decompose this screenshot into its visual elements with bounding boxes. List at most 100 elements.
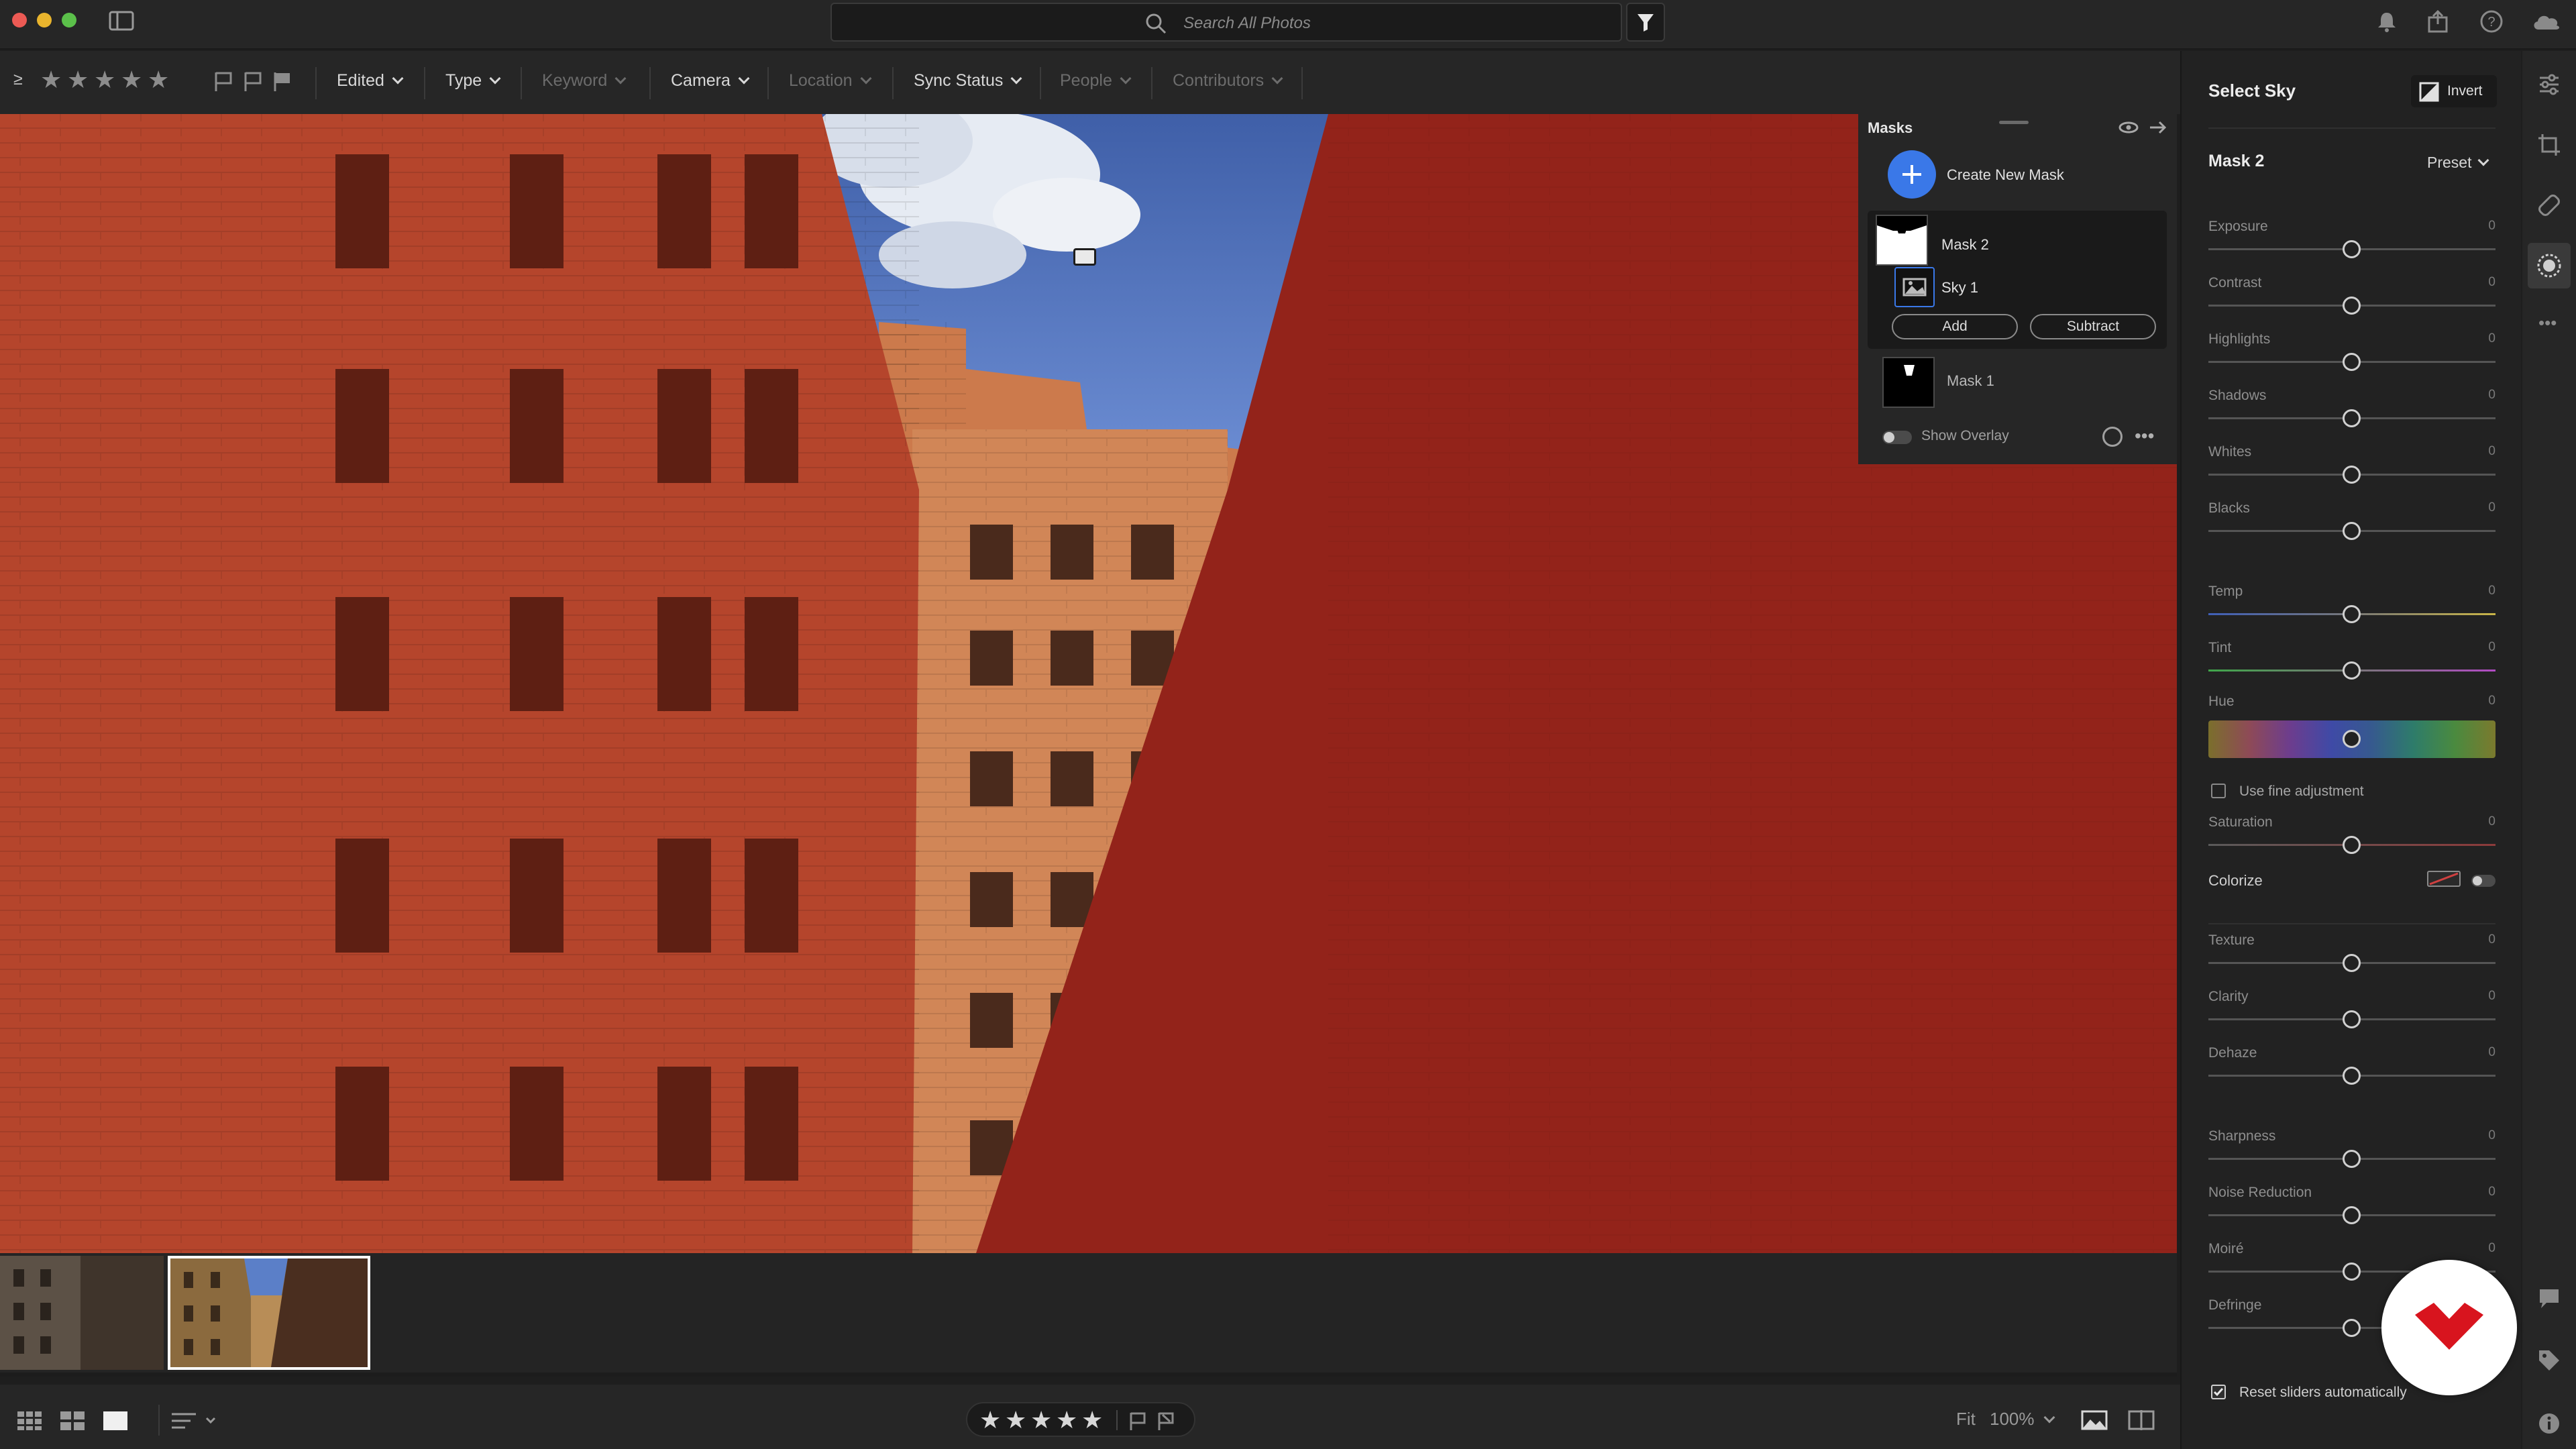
filter-people[interactable]: People	[1060, 71, 1132, 91]
dehaze-slider[interactable]: Dehaze 0	[2208, 1045, 2496, 1102]
whites-knob[interactable]	[2343, 466, 2361, 484]
comment-icon[interactable]	[2537, 1287, 2561, 1311]
reset-sliders-checkbox[interactable]	[2211, 1385, 2226, 1399]
tint-knob[interactable]	[2343, 661, 2361, 680]
star-filter-3[interactable]: ★	[94, 66, 115, 94]
mask-pin-icon[interactable]	[1073, 248, 1096, 266]
sky-1-label[interactable]: Sky 1	[1941, 279, 1978, 297]
texture-knob[interactable]	[2343, 954, 2361, 972]
rating-star-3[interactable]: ★	[1030, 1406, 1052, 1434]
texture-slider[interactable]: Texture 0	[2208, 932, 2496, 989]
colorize-toggle[interactable]	[2471, 875, 2496, 887]
shadows-slider[interactable]: Shadows 0	[2208, 388, 2496, 444]
sort-icon[interactable]	[172, 1411, 220, 1430]
film-thumb[interactable]	[0, 1256, 164, 1370]
overlay-color-swatch[interactable]	[2102, 427, 2123, 447]
star-filter-5[interactable]: ★	[148, 66, 169, 94]
saturation-slider[interactable]: Saturation 0	[2208, 814, 2496, 871]
noise-reduction-knob[interactable]	[2343, 1206, 2361, 1224]
filter-camera[interactable]: Camera	[671, 71, 750, 91]
subtract-button[interactable]: Subtract	[2030, 314, 2156, 339]
minimize-window-button[interactable]	[37, 13, 52, 28]
flag-pick-icon[interactable]	[1128, 1411, 1148, 1432]
fit-zoom-button[interactable]: Fit	[1956, 1409, 1976, 1430]
colorize-swatch[interactable]	[2427, 871, 2461, 887]
exposure-slider[interactable]: Exposure 0	[2208, 219, 2496, 275]
hue-slider[interactable]: Hue 0	[2208, 694, 2496, 767]
clarity-knob[interactable]	[2343, 1010, 2361, 1028]
crop-icon[interactable]	[2537, 133, 2561, 157]
blacks-slider[interactable]: Blacks 0	[2208, 500, 2496, 557]
rating-star-1[interactable]: ★	[979, 1406, 1001, 1434]
rating-star-2[interactable]: ★	[1005, 1406, 1026, 1434]
noise-reduction-slider[interactable]: Noise Reduction 0	[2208, 1185, 2496, 1241]
sharpness-knob[interactable]	[2343, 1150, 2361, 1168]
star-filter-2[interactable]: ★	[67, 66, 89, 94]
add-button[interactable]: Add	[1892, 314, 2018, 339]
exposure-knob[interactable]	[2343, 240, 2361, 258]
sharpness-slider[interactable]: Sharpness 0	[2208, 1128, 2496, 1185]
flag-pick-icon[interactable]	[213, 71, 233, 93]
mask-2-label[interactable]: Mask 2	[1941, 236, 1989, 254]
filter-sync-status[interactable]: Sync Status	[914, 71, 1022, 91]
share-icon[interactable]	[2426, 9, 2450, 34]
contrast-knob[interactable]	[2343, 297, 2361, 315]
mask-1-thumbnail[interactable]	[1882, 357, 1935, 408]
highlights-knob[interactable]	[2343, 353, 2361, 371]
info-icon[interactable]	[2537, 1411, 2561, 1436]
create-mask-label[interactable]: Create New Mask	[1947, 166, 2064, 184]
mask-2-group[interactable]: Mask 2 Sky 1 Add Subtract	[1868, 211, 2167, 349]
show-overlay-toggle[interactable]	[1882, 431, 1912, 444]
sky-1-thumbnail[interactable]	[1894, 267, 1935, 307]
invert-button[interactable]: Invert	[2411, 75, 2497, 107]
panel-drag-handle[interactable]	[1999, 121, 2029, 124]
star-filter-1[interactable]: ★	[40, 66, 62, 94]
dehaze-knob[interactable]	[2343, 1067, 2361, 1085]
filter-panel-toggle[interactable]: ≥	[13, 70, 23, 89]
temp-knob[interactable]	[2343, 605, 2361, 623]
help-icon[interactable]: ?	[2479, 9, 2504, 34]
filter-keyword[interactable]: Keyword	[542, 71, 627, 91]
rating-star-5[interactable]: ★	[1081, 1406, 1103, 1434]
cloud-icon[interactable]	[2530, 9, 2563, 34]
eye-icon[interactable]	[2118, 121, 2139, 134]
mask-1-label[interactable]: Mask 1	[1947, 372, 1994, 390]
whites-slider[interactable]: Whites 0	[2208, 444, 2496, 500]
clarity-slider[interactable]: Clarity 0	[2208, 989, 2496, 1045]
flag-reject-icon[interactable]	[1157, 1411, 1177, 1432]
highlights-slider[interactable]: Highlights 0	[2208, 331, 2496, 388]
healing-icon[interactable]	[2537, 193, 2561, 217]
mask-2-thumbnail[interactable]	[1876, 215, 1928, 266]
shadows-knob[interactable]	[2343, 409, 2361, 427]
defringe-knob[interactable]	[2343, 1319, 2361, 1337]
collapse-arrow-icon[interactable]	[2148, 119, 2168, 136]
zoom-level-dropdown[interactable]: 100%	[1990, 1409, 2055, 1430]
search-input[interactable]: Search All Photos	[830, 3, 1622, 42]
photo-grid-icon[interactable]	[60, 1411, 85, 1430]
detail-view-icon[interactable]	[103, 1411, 127, 1430]
square-grid-icon[interactable]	[17, 1411, 42, 1430]
tint-slider[interactable]: Tint 0	[2208, 640, 2496, 696]
more-options-icon[interactable]: •••	[2135, 427, 2154, 445]
filter-edited[interactable]: Edited	[337, 71, 404, 91]
blacks-knob[interactable]	[2343, 522, 2361, 540]
before-after-icon[interactable]	[2081, 1410, 2108, 1430]
more-tools-icon[interactable]: •••	[2538, 313, 2557, 333]
preset-dropdown[interactable]: Preset	[2427, 154, 2489, 172]
fine-adjust-checkbox[interactable]	[2211, 784, 2226, 798]
flag-unflagged-icon[interactable]	[243, 71, 263, 93]
compare-view-icon[interactable]	[2128, 1410, 2155, 1430]
film-thumb-selected[interactable]	[168, 1256, 370, 1370]
create-mask-button[interactable]	[1888, 150, 1936, 199]
flag-rejected-icon[interactable]	[272, 71, 292, 93]
edit-sliders-icon[interactable]	[2537, 72, 2561, 97]
filter-button[interactable]	[1626, 3, 1665, 42]
bell-icon[interactable]	[2375, 9, 2399, 34]
masking-tool-button[interactable]	[2528, 243, 2571, 288]
photo-canvas[interactable]	[0, 114, 2177, 1253]
filter-location[interactable]: Location	[789, 71, 872, 91]
filter-contributors[interactable]: Contributors	[1173, 71, 1283, 91]
hue-knob[interactable]	[2343, 730, 2361, 748]
rating-star-4[interactable]: ★	[1056, 1406, 1077, 1434]
keyword-tag-icon[interactable]	[2537, 1348, 2561, 1373]
